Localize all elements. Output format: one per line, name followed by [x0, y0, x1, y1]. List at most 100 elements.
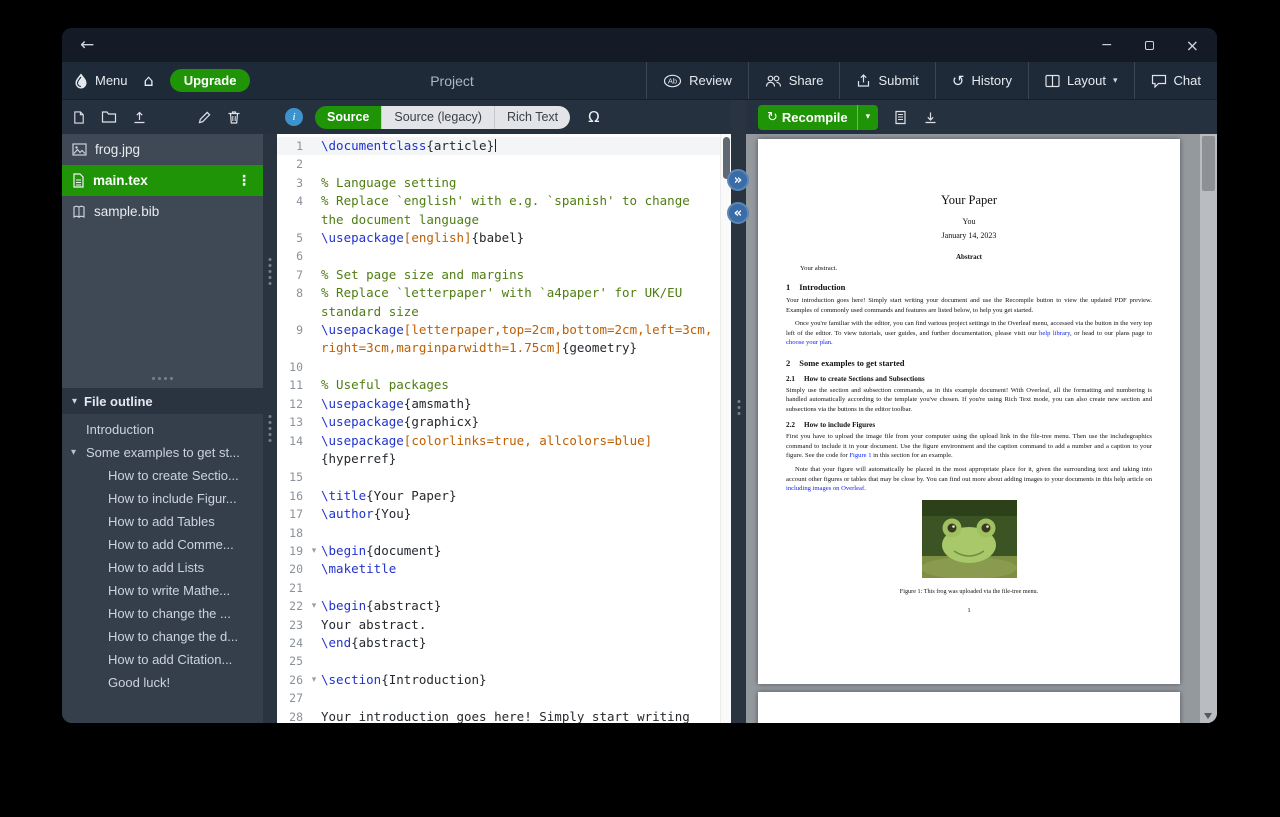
mode-source[interactable]: Source — [315, 106, 382, 129]
outline-item[interactable]: How to write Mathe... — [62, 579, 263, 602]
fold-gutter — [307, 358, 321, 376]
rename-button[interactable] — [197, 110, 212, 125]
outline-resizer-handle[interactable] — [62, 377, 263, 380]
symbol-palette-button[interactable]: Ω — [588, 108, 599, 126]
pdf-panel: ↻ Recompile ▾ Your Paper You January 14,… — [746, 100, 1217, 723]
pdf-scrollbar[interactable] — [1200, 134, 1217, 723]
jump-to-pdf-button[interactable]: » — [727, 169, 749, 191]
home-button[interactable]: ⌂ — [144, 73, 154, 89]
new-folder-button[interactable] — [101, 110, 117, 124]
file-menu-icon[interactable]: ⋮ — [233, 173, 255, 189]
code-line[interactable]: 16\title{Your Paper} — [277, 487, 731, 505]
pdf-viewer[interactable]: Your Paper You January 14, 2023 Abstract… — [746, 134, 1217, 723]
pdf-run: . — [831, 339, 833, 346]
outline-item[interactable]: How to include Figur... — [62, 487, 263, 510]
code-line[interactable]: 19▾\begin{document} — [277, 542, 731, 560]
code-line[interactable]: 7% Set page size and margins — [277, 266, 731, 284]
editor-scrollbar[interactable] — [720, 134, 731, 723]
submit-button[interactable]: Submit — [839, 62, 934, 99]
code-line[interactable]: 23Your abstract. — [277, 616, 731, 634]
layout-button[interactable]: Layout ▾ — [1028, 62, 1134, 99]
outline-item[interactable]: How to add Comme... — [62, 533, 263, 556]
history-label: History — [972, 73, 1012, 88]
code-line[interactable]: 8% Replace `letterpaper' with `a4paper' … — [277, 284, 731, 321]
code-line[interactable]: 6 — [277, 247, 731, 265]
code-line[interactable]: 24\end{abstract} — [277, 634, 731, 652]
pdf-scrollbar-thumb[interactable] — [1202, 136, 1215, 191]
info-icon[interactable]: i — [285, 108, 303, 126]
code-line[interactable]: 5\usepackage[english]{babel} — [277, 229, 731, 247]
editor-pdf-splitter[interactable]: » « — [731, 100, 746, 723]
code-line[interactable]: 1\documentclass{article} — [277, 137, 731, 155]
code-line[interactable]: 9\usepackage[letterpaper,top=2cm,bottom=… — [277, 321, 731, 358]
maximize-button[interactable] — [1145, 37, 1154, 53]
fold-icon[interactable]: ▾ — [307, 542, 321, 560]
download-pdf-button[interactable] — [923, 110, 938, 125]
pdf-link[interactable]: choose your plan — [786, 339, 831, 346]
outline-item[interactable]: How to change the ... — [62, 602, 263, 625]
back-button[interactable]: ← — [80, 35, 94, 55]
history-button[interactable]: ↺ History — [935, 62, 1028, 99]
code-line[interactable]: 12\usepackage{amsmath} — [277, 395, 731, 413]
mode-rich-text[interactable]: Rich Text — [495, 106, 570, 129]
chat-button[interactable]: Chat — [1134, 62, 1217, 99]
pdf-link[interactable]: Figure 1 — [849, 452, 871, 459]
splitter-dots — [737, 400, 740, 415]
code-line[interactable]: 25 — [277, 652, 731, 670]
fold-icon[interactable]: ▾ — [307, 671, 321, 689]
file-item[interactable]: frog.jpg — [62, 134, 263, 165]
outline-item[interactable]: Good luck! — [62, 671, 263, 694]
close-button[interactable]: × — [1186, 36, 1199, 55]
outline-item[interactable]: How to change the d... — [62, 625, 263, 648]
svg-text:Ab: Ab — [668, 76, 677, 85]
pdf-link[interactable]: help library — [1039, 330, 1070, 337]
code-line[interactable]: 15 — [277, 468, 731, 486]
code-line[interactable]: 27 — [277, 689, 731, 707]
file-outline-header[interactable]: ▾ File outline — [62, 388, 263, 414]
review-button[interactable]: Ab Review — [646, 62, 748, 99]
view-logs-button[interactable] — [894, 110, 907, 125]
upload-button[interactable] — [132, 110, 147, 125]
file-item[interactable]: sample.bib — [62, 196, 263, 227]
new-file-button[interactable] — [72, 110, 86, 125]
scroll-down-arrow[interactable] — [1204, 713, 1212, 719]
code-line[interactable]: 2 — [277, 155, 731, 173]
upgrade-button[interactable]: Upgrade — [170, 69, 251, 92]
code-line[interactable]: 26▾\section{Introduction} — [277, 671, 731, 689]
outline-item[interactable]: ▾Some examples to get st... — [62, 441, 263, 464]
outline-item[interactable]: How to add Lists — [62, 556, 263, 579]
code-line[interactable]: 18 — [277, 524, 731, 542]
refresh-icon: ↻ — [758, 110, 778, 125]
code-line[interactable]: 17\author{You} — [277, 505, 731, 523]
recompile-button[interactable]: ↻ Recompile ▾ — [758, 105, 878, 130]
code-line[interactable]: 11% Useful packages — [277, 376, 731, 394]
outline-item[interactable]: How to create Sectio... — [62, 464, 263, 487]
menu-button[interactable]: Menu — [74, 73, 128, 89]
code-line[interactable]: 4% Replace `english' with e.g. `spanish'… — [277, 192, 731, 229]
code-line[interactable]: 20\maketitle — [277, 560, 731, 578]
code-line[interactable]: 22▾\begin{abstract} — [277, 597, 731, 615]
pdf-section-heading: 2Some examples to get started — [786, 358, 1152, 368]
fold-icon[interactable]: ▾ — [307, 597, 321, 615]
file-tree-resizer[interactable] — [263, 134, 277, 723]
code-line[interactable]: 28Your introduction goes here! Simply st… — [277, 708, 731, 723]
outline-item[interactable]: How to add Tables — [62, 510, 263, 533]
jump-to-code-button[interactable]: « — [727, 202, 749, 224]
line-number: 14 — [277, 432, 307, 469]
file-item[interactable]: main.tex⋮ — [62, 165, 263, 196]
pdf-link[interactable]: including images on Overleaf — [786, 485, 864, 492]
code-line[interactable]: 10 — [277, 358, 731, 376]
mode-source-legacy-[interactable]: Source (legacy) — [382, 106, 495, 129]
outline-item[interactable]: Introduction — [62, 418, 263, 441]
recompile-dropdown[interactable]: ▾ — [858, 112, 879, 122]
code-editor[interactable]: 1\documentclass{article}2 3% Language se… — [277, 134, 731, 723]
minimize-button[interactable]: − — [1101, 37, 1113, 53]
code-line[interactable]: 3% Language setting — [277, 174, 731, 192]
code-line[interactable]: 14\usepackage[colorlinks=true, allcolors… — [277, 432, 731, 469]
outline-item[interactable]: How to add Citation... — [62, 648, 263, 671]
delete-button[interactable] — [227, 110, 241, 125]
share-button[interactable]: Share — [748, 62, 840, 99]
code-line[interactable]: 21 — [277, 579, 731, 597]
code-line[interactable]: 13\usepackage{graphicx} — [277, 413, 731, 431]
main-area: frog.jpgmain.tex⋮sample.bib ▾ File outli… — [62, 100, 1217, 723]
